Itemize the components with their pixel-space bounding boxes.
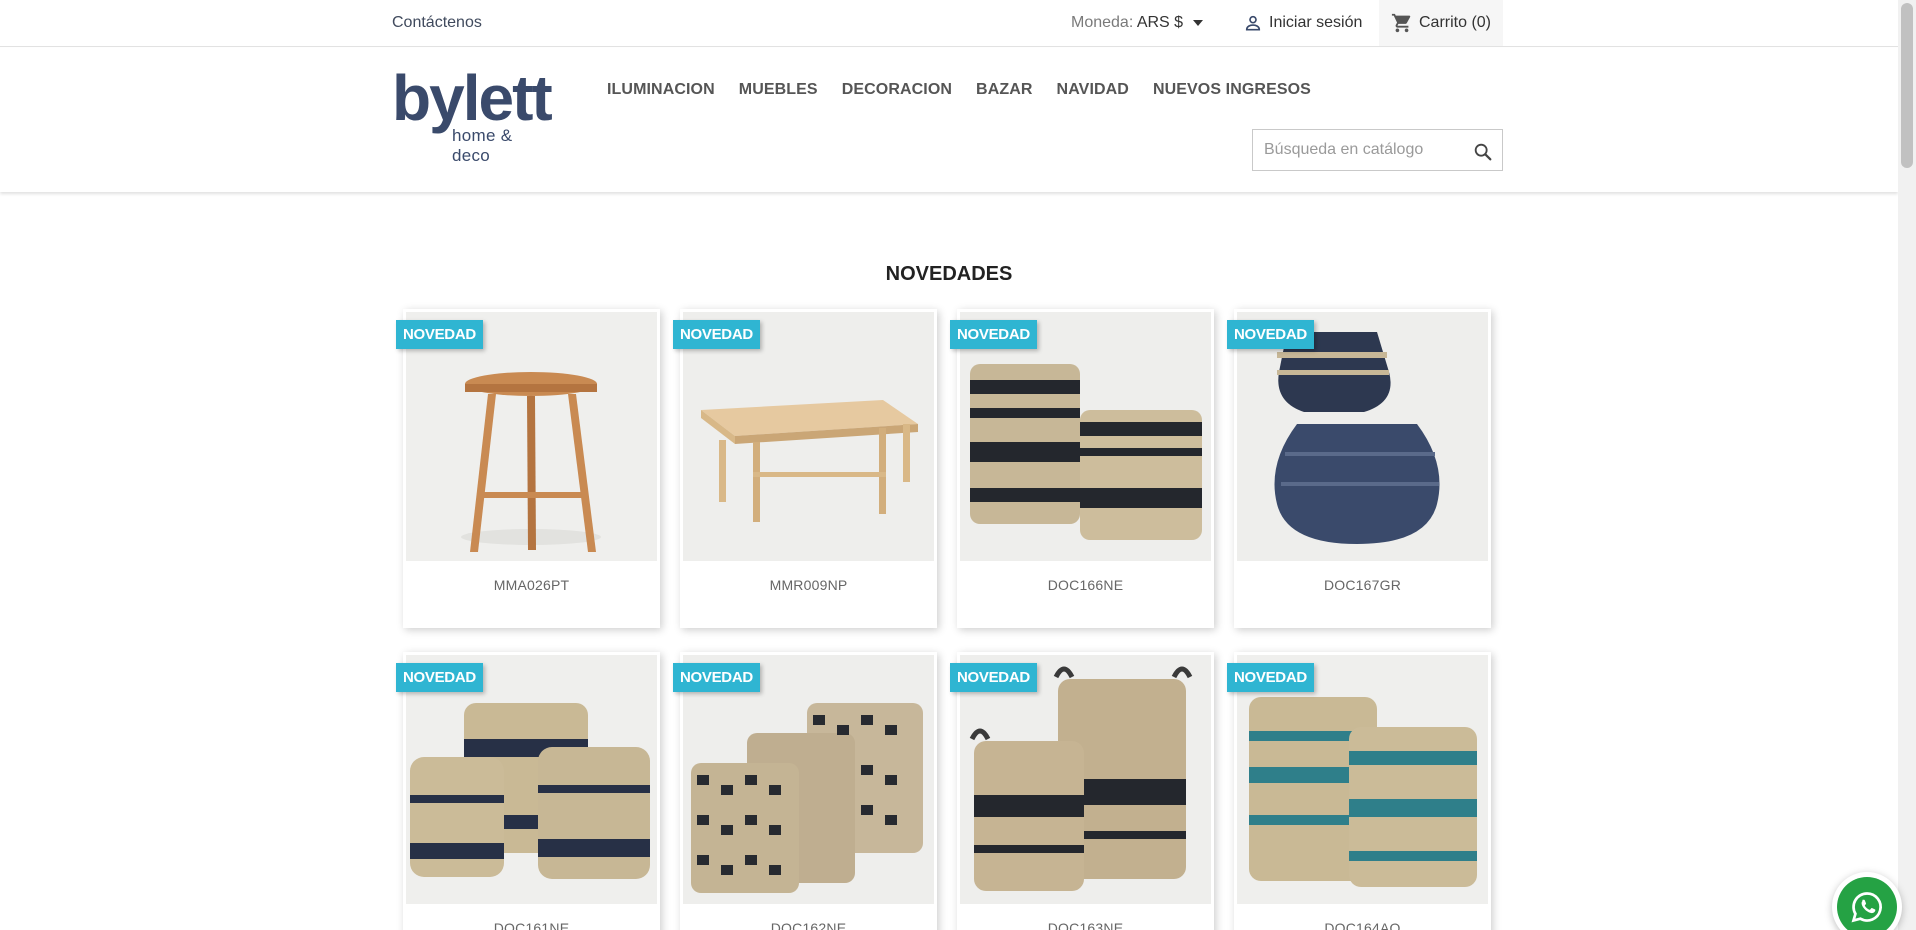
new-badge: NOVEDAD [396,663,483,692]
nav-item-bazar[interactable]: BAZAR [976,81,1033,99]
currency-value[interactable]: ARS $ [1137,14,1183,31]
logo-tagline: home & deco [452,126,513,165]
product-image[interactable] [683,655,934,904]
baskets-image [960,312,1211,561]
product-name[interactable]: MMR009NP [680,577,937,593]
product-card[interactable]: MMA026PT [403,309,660,628]
section-title: NOVEDADES [885,263,1013,285]
new-badge: NOVEDAD [673,320,760,349]
cart-label: Carrito (0) [1418,14,1491,31]
product-image[interactable] [960,655,1211,904]
nav-item-decoracion[interactable]: DECORACION [842,81,952,99]
nav-item-navidad[interactable]: NAVIDAD [1057,81,1129,99]
scrollbar-thumb[interactable] [1901,3,1913,168]
whatsapp-icon [1837,877,1897,930]
new-badge: NOVEDAD [673,663,760,692]
product-image[interactable] [406,655,657,904]
login-link[interactable]: Iniciar sesión [1243,13,1362,33]
product-card[interactable]: DOC163NE [957,652,1214,930]
product-card[interactable]: DOC161NE [403,652,660,930]
product-name[interactable]: DOC162NE [680,920,937,930]
vases-image [1237,312,1488,561]
user-icon [1245,15,1261,31]
caret-down-icon[interactable] [1192,19,1203,26]
product-image[interactable] [1237,312,1488,561]
product-image[interactable] [960,312,1211,561]
search-input[interactable] [1253,130,1463,170]
product-image[interactable] [406,312,657,561]
cart-icon [1391,13,1411,33]
teal-baskets-image [1237,655,1488,904]
nav-item-nuevos-ingresos[interactable]: NUEVOS INGRESOS [1153,81,1311,99]
baskets-set-image [406,655,657,904]
new-badge: NOVEDAD [1227,320,1314,349]
handle-baskets-image [960,655,1211,904]
whatsapp-button[interactable] [1832,872,1902,930]
top-bar: Contáctenos Moneda: ARS $ Iniciar sesión… [0,0,1898,47]
site-logo[interactable]: bylett home & deco [392,66,553,165]
product-card[interactable]: DOC164AQ [1234,652,1491,930]
product-name[interactable]: DOC166NE [957,577,1214,593]
bench-image [683,312,934,561]
login-label: Iniciar sesión [1269,14,1363,31]
page-scrollbar[interactable] [1898,0,1916,930]
site-header: bylett home & deco ILUMINACION MUEBLES D… [0,48,1898,192]
product-name[interactable]: DOC167GR [1234,577,1491,593]
product-card[interactable]: DOC167GR [1234,309,1491,628]
main-nav: ILUMINACION MUEBLES DECORACION BAZAR NAV… [607,81,1335,99]
currency-label: Moneda: [1071,14,1134,31]
stool-image [406,312,657,561]
product-name[interactable]: DOC163NE [957,920,1214,930]
cart-button[interactable]: Carrito (0) [1379,0,1503,46]
contact-link[interactable]: Contáctenos [392,14,482,32]
product-name[interactable]: MMA026PT [403,577,660,593]
checked-baskets-image [683,655,934,904]
new-badge: NOVEDAD [950,320,1037,349]
search-icon[interactable] [1472,141,1494,163]
new-badge: NOVEDAD [1227,663,1314,692]
new-badge: NOVEDAD [950,663,1037,692]
product-card[interactable]: DOC166NE [957,309,1214,628]
logo-wordmark: bylett [392,62,553,134]
product-name[interactable]: DOC164AQ [1234,920,1491,930]
new-badge: NOVEDAD [396,320,483,349]
search-box [1252,129,1503,171]
currency-selector[interactable]: Moneda: ARS $ [1071,14,1203,32]
product-card[interactable]: DOC162NE [680,652,937,930]
nav-item-iluminacion[interactable]: ILUMINACION [607,81,715,99]
product-image[interactable] [683,312,934,561]
nav-item-muebles[interactable]: MUEBLES [739,81,818,99]
product-name[interactable]: DOC161NE [403,920,660,930]
product-card[interactable]: MMR009NP [680,309,937,628]
product-image[interactable] [1237,655,1488,904]
